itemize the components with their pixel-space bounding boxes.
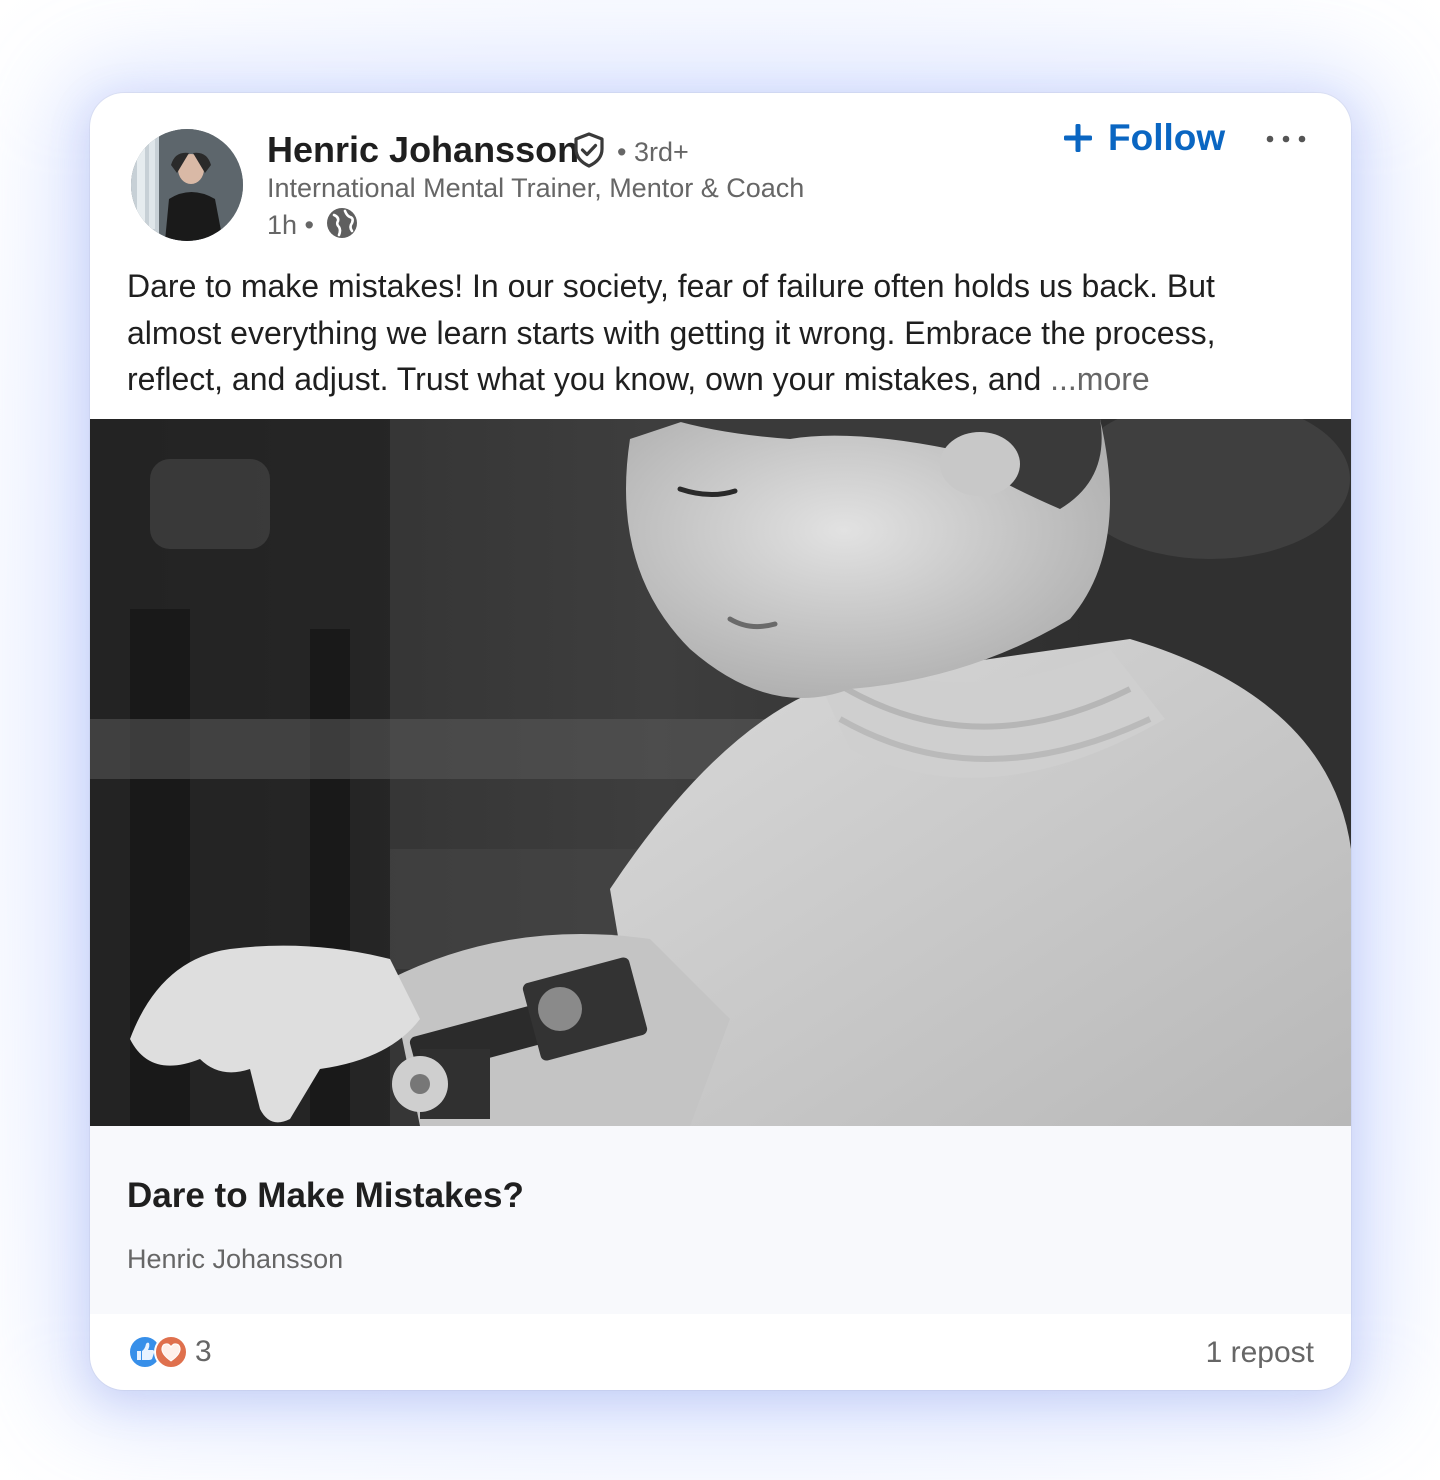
reaction-icons	[127, 1333, 191, 1371]
plus-icon	[1064, 124, 1092, 152]
author-avatar[interactable]	[131, 129, 243, 241]
see-more-link[interactable]: ...more	[1050, 361, 1150, 397]
post-time: 1h •	[267, 210, 314, 240]
love-icon	[154, 1335, 188, 1369]
repost-count[interactable]: 1 repost	[1206, 1336, 1314, 1370]
reaction-icons-svg	[128, 1335, 188, 1369]
ellipsis-icon[interactable]	[1260, 119, 1312, 159]
follow-label: Follow	[1108, 117, 1226, 158]
reactions-summary[interactable]: 3	[127, 1333, 212, 1371]
post-card: Henric Johansson • 3rd+ International Me…	[90, 93, 1351, 1390]
connection-degree: • 3rd+	[617, 137, 689, 167]
author-name[interactable]: Henric Johansson	[267, 129, 579, 171]
article-title: Dare to Make Mistakes?	[127, 1176, 524, 1215]
post-body: Dare to make mistakes! In our society, f…	[127, 263, 1307, 403]
globe-icon	[327, 208, 357, 238]
avatar-photo	[131, 129, 243, 241]
verified-shield-icon	[574, 132, 604, 168]
reaction-count: 3	[195, 1335, 212, 1368]
article-author: Henric Johansson	[127, 1244, 344, 1274]
author-headline: International Mental Trainer, Mentor & C…	[267, 173, 805, 203]
follow-button[interactable]: Follow	[1062, 117, 1225, 159]
child-with-toy-photo	[90, 419, 1351, 1126]
article-preview[interactable]: Dare to Make Mistakes? Henric Johansson	[90, 1126, 1351, 1314]
post-image[interactable]	[90, 419, 1351, 1126]
